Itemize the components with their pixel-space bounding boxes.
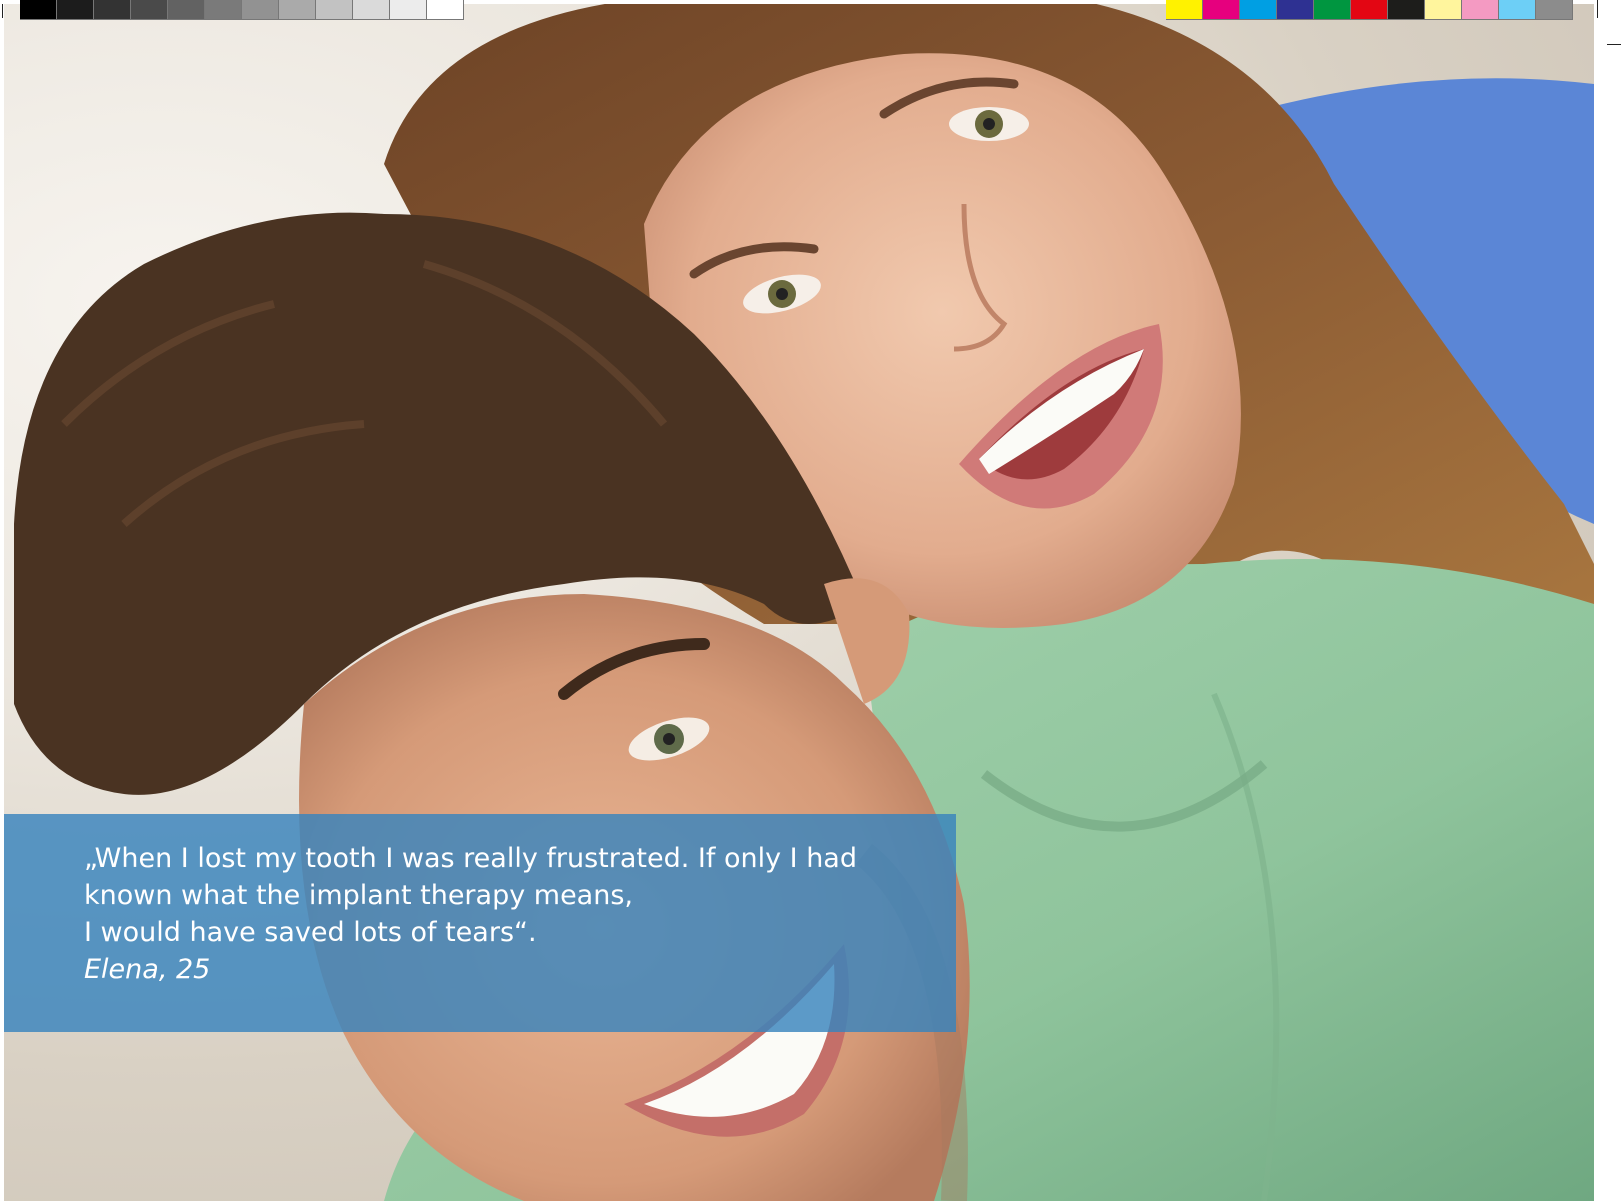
calibration-swatch xyxy=(1314,0,1351,20)
couple-photo: „When I lost my tooth I was really frust… xyxy=(4,4,1594,1201)
calibration-swatch xyxy=(57,0,94,20)
calibration-swatch xyxy=(1536,0,1573,20)
calibration-swatch xyxy=(242,0,279,20)
crop-mark-top-right xyxy=(1607,44,1621,45)
testimonial-quote: „When I lost my tooth I was really frust… xyxy=(84,840,924,988)
quote-line-2: known what the implant therapy means, xyxy=(84,880,633,911)
calibration-swatch xyxy=(94,0,131,20)
testimonial-box: „When I lost my tooth I was really frust… xyxy=(4,814,956,1032)
calibration-swatch xyxy=(390,0,427,20)
calibration-swatch xyxy=(1277,0,1314,20)
calibration-swatch xyxy=(205,0,242,20)
calibration-swatch xyxy=(1240,0,1277,20)
quote-author: Elena, 25 xyxy=(84,954,211,985)
calibration-swatch xyxy=(1203,0,1240,20)
calibration-swatch xyxy=(427,0,464,20)
crop-mark-right xyxy=(1597,0,1598,18)
calibration-swatch xyxy=(20,0,57,20)
calibration-swatch xyxy=(279,0,316,20)
calibration-swatch xyxy=(1351,0,1388,20)
grayscale-calibration-bar xyxy=(20,0,464,20)
calibration-swatch xyxy=(1462,0,1499,20)
calibration-swatch xyxy=(1166,0,1203,20)
calibration-swatch xyxy=(131,0,168,20)
process-color-calibration-bar xyxy=(1166,0,1573,20)
calibration-swatch xyxy=(1388,0,1425,20)
calibration-swatch xyxy=(353,0,390,20)
calibration-swatch xyxy=(1425,0,1462,20)
quote-line-1: „When I lost my tooth I was really frust… xyxy=(84,843,857,874)
quote-line-3: I would have saved lots of tears“. xyxy=(84,917,537,948)
calibration-swatch xyxy=(316,0,353,20)
calibration-swatch xyxy=(1499,0,1536,20)
crop-mark-top-left xyxy=(2,4,3,18)
calibration-swatch xyxy=(168,0,205,20)
